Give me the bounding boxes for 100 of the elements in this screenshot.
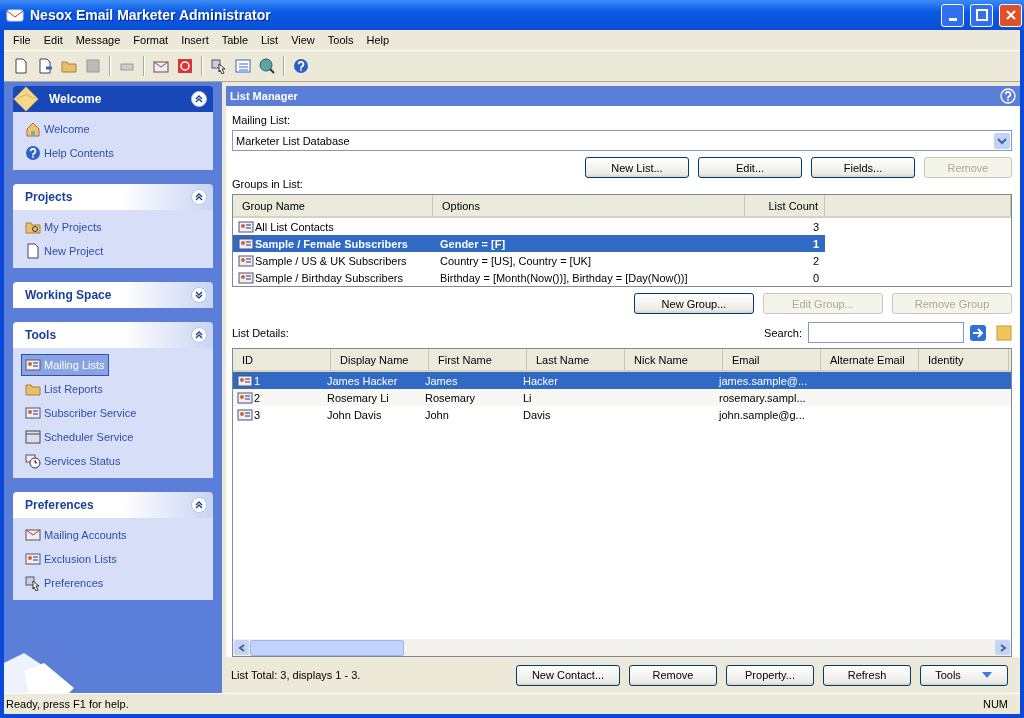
section-header[interactable]: Preferences <box>13 492 213 518</box>
collapse-icon[interactable] <box>191 91 207 107</box>
sidebar-item[interactable]: Services Status <box>21 450 125 472</box>
sidebar-item[interactable]: Subscriber Service <box>21 402 141 424</box>
help-icon <box>25 145 41 161</box>
sidebar-item[interactable]: Mailing Accounts <box>21 524 131 546</box>
folder-icon <box>25 219 41 235</box>
envelope-icon <box>25 527 41 543</box>
menu-item[interactable]: Help <box>361 34 398 46</box>
maximize-icon <box>975 9 988 21</box>
scroll-right-button[interactable] <box>995 640 1010 655</box>
menu-item[interactable]: Tools <box>322 34 362 46</box>
table-cell-text: James Hacker <box>326 374 399 387</box>
pointer-icon <box>25 575 41 591</box>
column-header[interactable]: ID <box>233 349 331 370</box>
group-row[interactable]: All List Contacts 3 <box>233 218 825 235</box>
table-cell-text: Hacker <box>522 374 559 387</box>
sidebar-item[interactable]: Exclusion Lists <box>21 548 121 570</box>
list-button[interactable]: Fields... <box>811 157 915 178</box>
menu-item[interactable]: File <box>8 34 39 46</box>
clock-icon <box>25 453 41 469</box>
column-header[interactable]: Alternate Email <box>821 349 919 370</box>
contact-card-icon <box>238 235 254 252</box>
column-header[interactable]: List Count <box>745 195 825 216</box>
scroll-thumb[interactable] <box>250 639 404 656</box>
group-button[interactable]: New Group... <box>634 293 754 314</box>
column-header[interactable]: First Name <box>429 349 527 370</box>
sidebar-item[interactable]: Help Contents <box>21 142 118 164</box>
column-header[interactable]: Group Name <box>233 195 433 216</box>
contact-row[interactable]: 2 Rosemary Li Rosemary Li rosemary.sampl... <box>233 389 1011 406</box>
table-cell-text: James <box>424 374 459 387</box>
group-row[interactable]: Sample / Female Subscribers Gender = [F] 1 <box>233 235 825 252</box>
group-row[interactable]: Sample / US & UK Subscribers Country = [US], Country = [UK] 2 <box>233 252 825 269</box>
menu-item[interactable]: Table <box>216 34 256 46</box>
column-header[interactable]: Options <box>433 195 745 216</box>
menu-item[interactable]: Message <box>70 34 129 46</box>
list-button[interactable]: New List... <box>585 157 689 178</box>
section-header[interactable]: Projects <box>13 184 213 210</box>
group-row[interactable]: Sample / Birthday Subscribers Birthday = [Month(Now())], Birthday = [Day(Now())] 0 <box>233 269 825 286</box>
footer-button[interactable]: New Contact... <box>516 664 620 686</box>
section-header[interactable]: Welcome <box>13 86 213 112</box>
footer-button[interactable]: Property... <box>726 664 814 686</box>
maximize-button[interactable] <box>970 3 993 27</box>
section-label: List Details: <box>232 326 289 339</box>
column-header[interactable]: Last Name <box>527 349 625 370</box>
menu-item[interactable]: View <box>286 34 323 46</box>
menu-item[interactable]: Format <box>128 34 177 46</box>
column-header[interactable]: Identity <box>919 349 1009 370</box>
section-header[interactable]: Working Space <box>13 282 213 308</box>
sidebar-item[interactable]: List Reports <box>21 378 107 400</box>
minimize-icon <box>948 17 957 21</box>
menu-item[interactable]: Edit <box>38 34 71 46</box>
window-title: Nesox Email Marketer Administrator <box>30 7 272 23</box>
envelope-icon <box>13 86 39 112</box>
mailing-list-dropdown[interactable]: Marketer List Database <box>232 130 1012 151</box>
collapse-icon[interactable] <box>191 189 207 205</box>
search-field[interactable] <box>808 322 964 343</box>
minimize-button[interactable] <box>941 3 964 27</box>
menu-item[interactable]: Insert <box>176 34 217 46</box>
column-header[interactable]: Email <box>723 349 821 370</box>
scroll-left-button[interactable] <box>234 640 249 655</box>
contact-row[interactable]: 1 James Hacker James Hacker james.sample@... <box>233 372 1011 389</box>
document-icon <box>25 243 41 259</box>
table-cell-text: 0 <box>811 271 820 284</box>
table-cell-text: Rosemary Li <box>326 391 390 404</box>
column-header[interactable]: Nick Name <box>625 349 723 370</box>
chevron-right-icon <box>998 643 1007 652</box>
search-label: Search: <box>764 326 802 339</box>
folder-icon <box>25 381 41 397</box>
menu-item[interactable]: List <box>256 34 287 46</box>
sidebar-item[interactable]: Preferences <box>21 572 108 594</box>
close-button[interactable] <box>999 3 1022 27</box>
panel-title: List Manager <box>230 90 298 102</box>
help-icon[interactable] <box>1000 88 1016 104</box>
section-header[interactable]: Tools <box>13 322 213 348</box>
table-cell: 1 <box>233 374 321 387</box>
sidebar-item[interactable]: Welcome <box>21 118 94 140</box>
collapse-icon[interactable] <box>191 327 207 343</box>
table-cell-text: All List Contacts <box>254 220 335 233</box>
contact-card-icon <box>238 218 254 235</box>
footer-button[interactable]: Remove <box>629 664 717 686</box>
sidebar-item[interactable]: My Projects <box>21 216 106 238</box>
contact-row[interactable]: 3 John Davis John Davis john.sample@g... <box>233 406 1011 423</box>
table-cell-text: John <box>424 408 450 421</box>
collapse-icon[interactable] <box>191 497 207 513</box>
column-header[interactable]: Display Name <box>331 349 429 370</box>
sidebar-item[interactable]: New Project <box>21 240 108 262</box>
table-cell-text: Davis <box>522 408 552 421</box>
contact-card-icon <box>25 551 41 567</box>
collapse-icon[interactable] <box>191 287 207 303</box>
table-cell-text: Birthday = [Month(Now())], Birthday = [Day(Now())] <box>439 271 689 284</box>
table-cell-text: john.sample@g... <box>717 408 806 421</box>
field-label: Mailing List: <box>232 114 292 126</box>
arrow-right-icon[interactable] <box>970 324 986 341</box>
list-button[interactable]: Edit... <box>698 157 802 178</box>
table-cell-text: Sample / Birthday Subscribers <box>254 271 404 284</box>
contact-card-icon <box>238 252 254 269</box>
footer-button[interactable]: Refresh <box>823 664 911 686</box>
footer-button[interactable]: Tools <box>920 664 1008 686</box>
sidebar-item[interactable]: Scheduler Service <box>21 426 138 448</box>
